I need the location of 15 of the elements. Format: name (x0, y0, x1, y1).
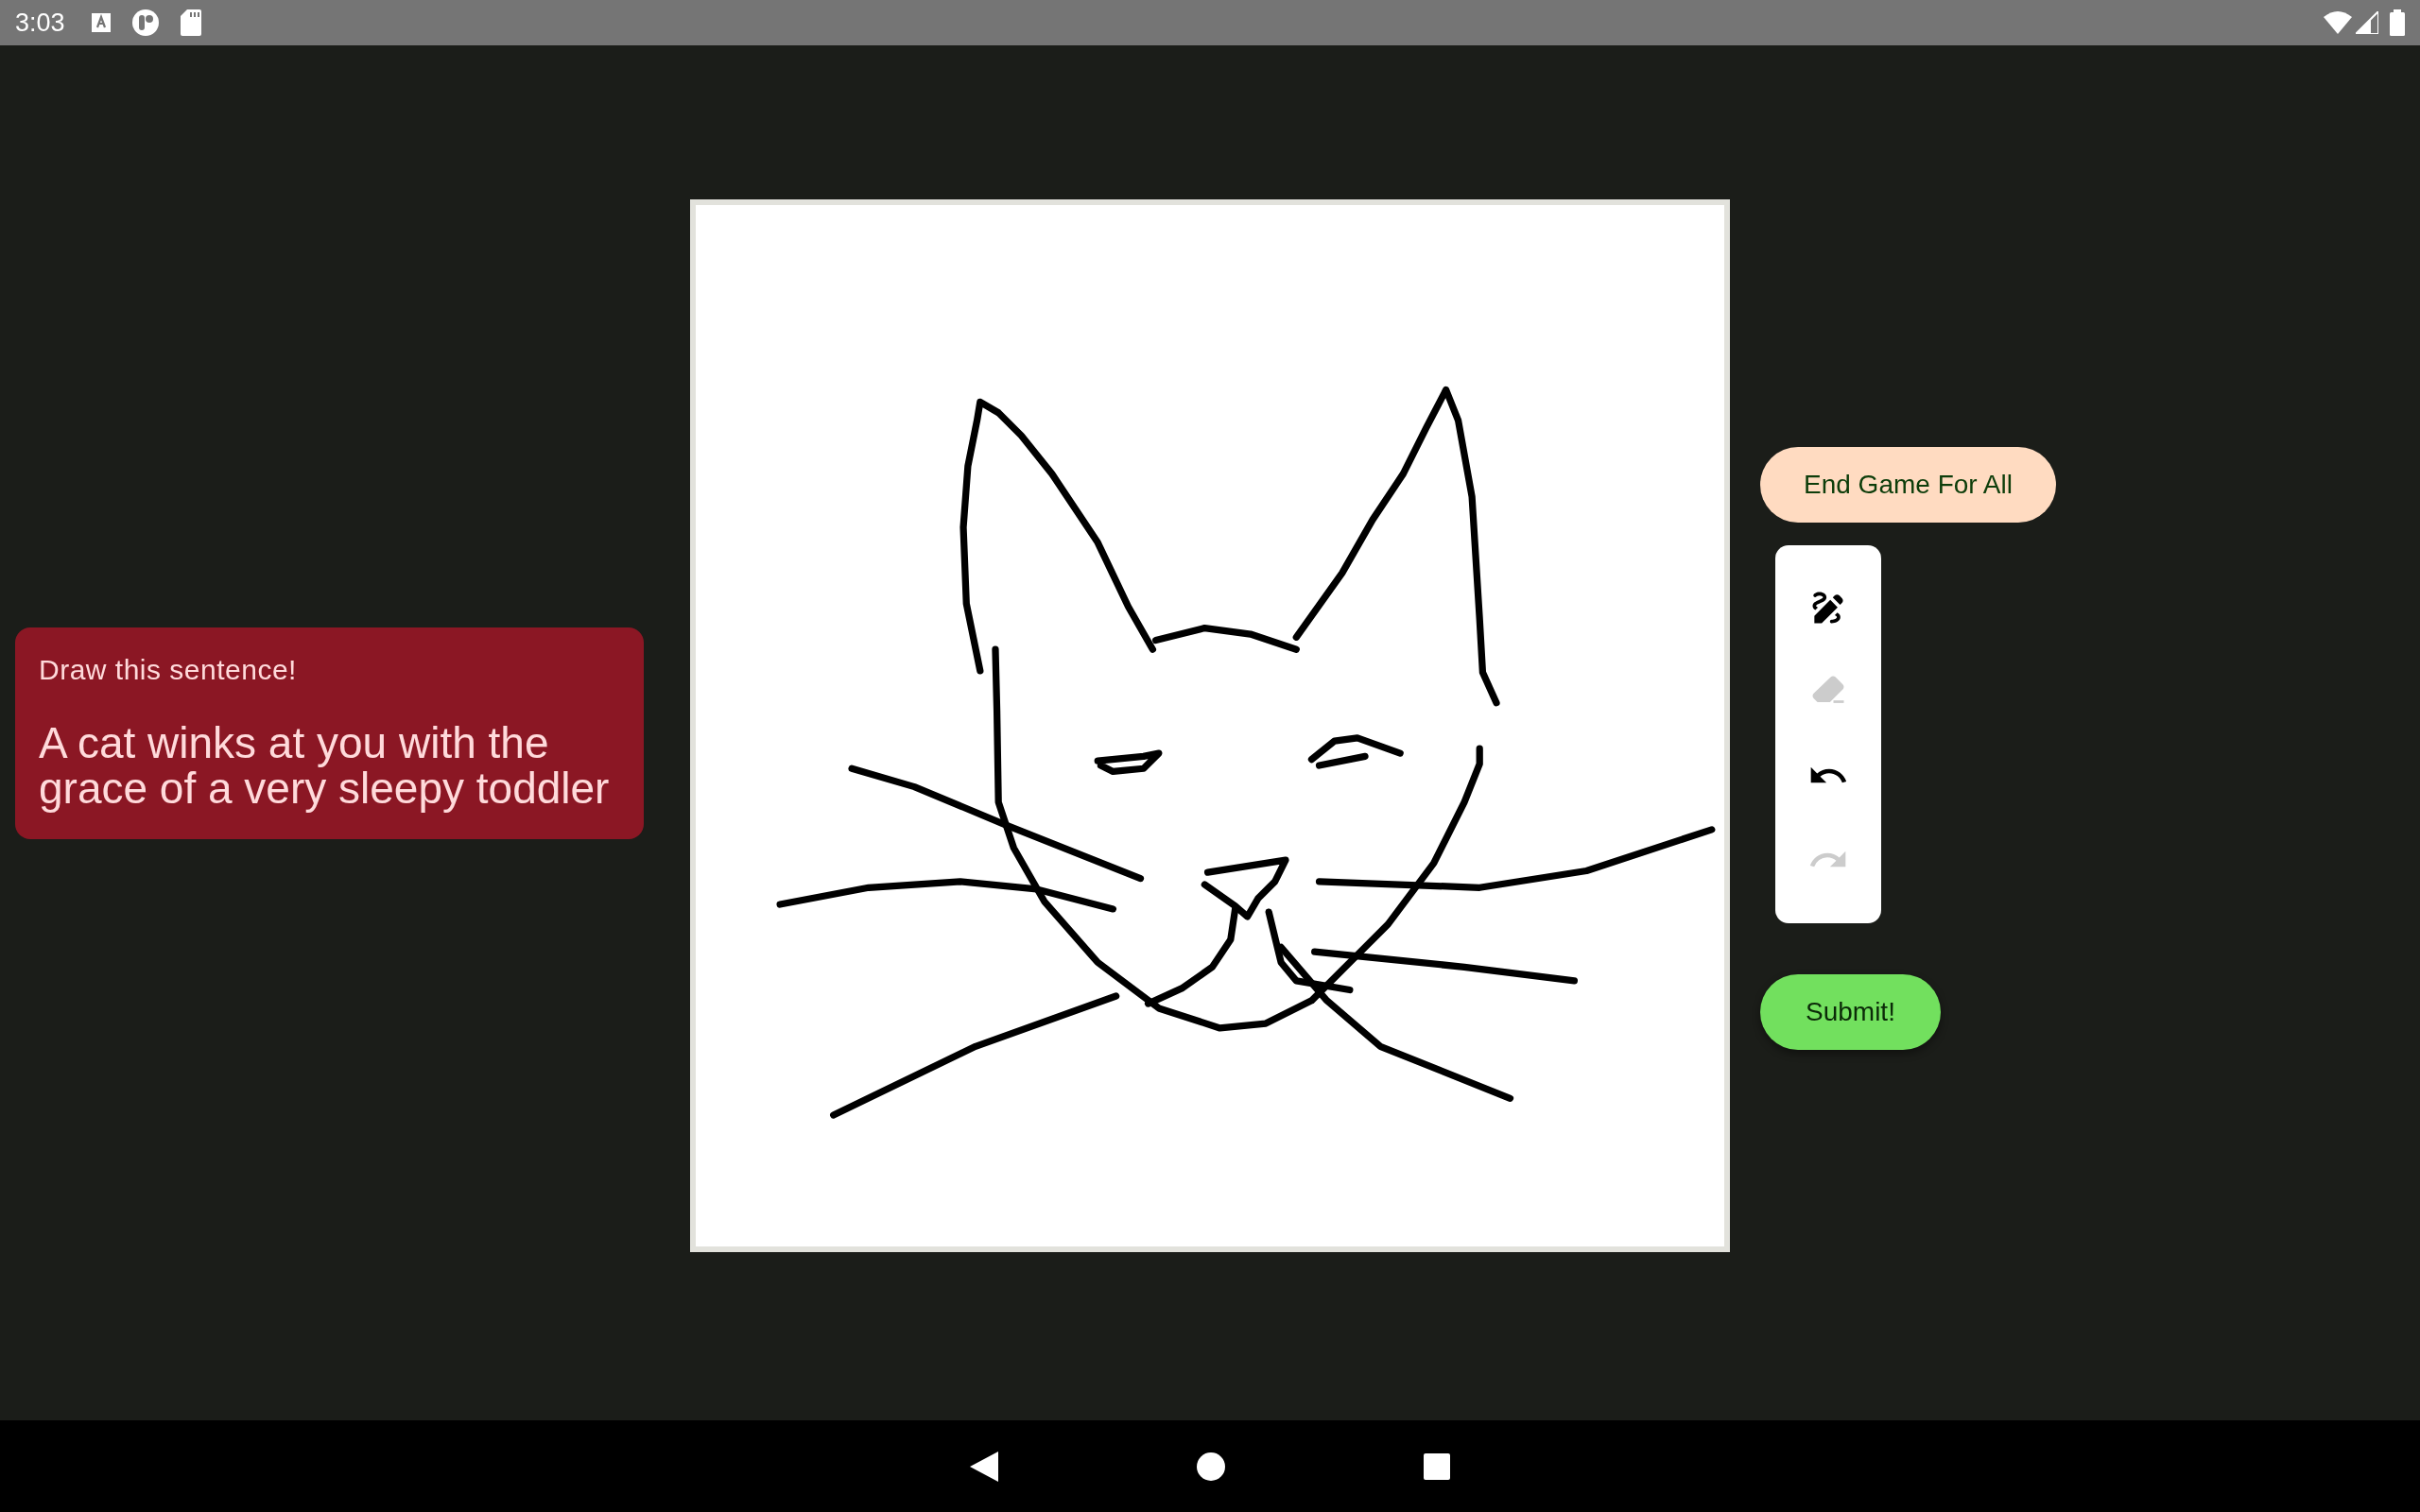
home-icon[interactable] (1197, 1452, 1225, 1481)
drawing-canvas[interactable] (690, 198, 1730, 1252)
end-game-button[interactable]: End Game For All (1760, 446, 2056, 523)
cellular-signal-icon (2356, 11, 2378, 34)
status-time: 3:03 (15, 8, 65, 38)
keyboard-notification-icon (91, 13, 111, 32)
prompt-heading: Draw this sentence! (39, 653, 298, 686)
app-notification-icon (130, 9, 160, 37)
sd-card-icon (180, 9, 201, 36)
wifi-icon (2324, 11, 2352, 34)
battery-icon (2390, 9, 2405, 36)
prompt-sentence: A cat winks at you with the grace of a very sleepy toddler (39, 719, 611, 811)
submit-button[interactable]: Submit! (1760, 973, 1941, 1050)
recents-icon[interactable] (1424, 1452, 1450, 1480)
back-icon[interactable] (970, 1451, 998, 1482)
